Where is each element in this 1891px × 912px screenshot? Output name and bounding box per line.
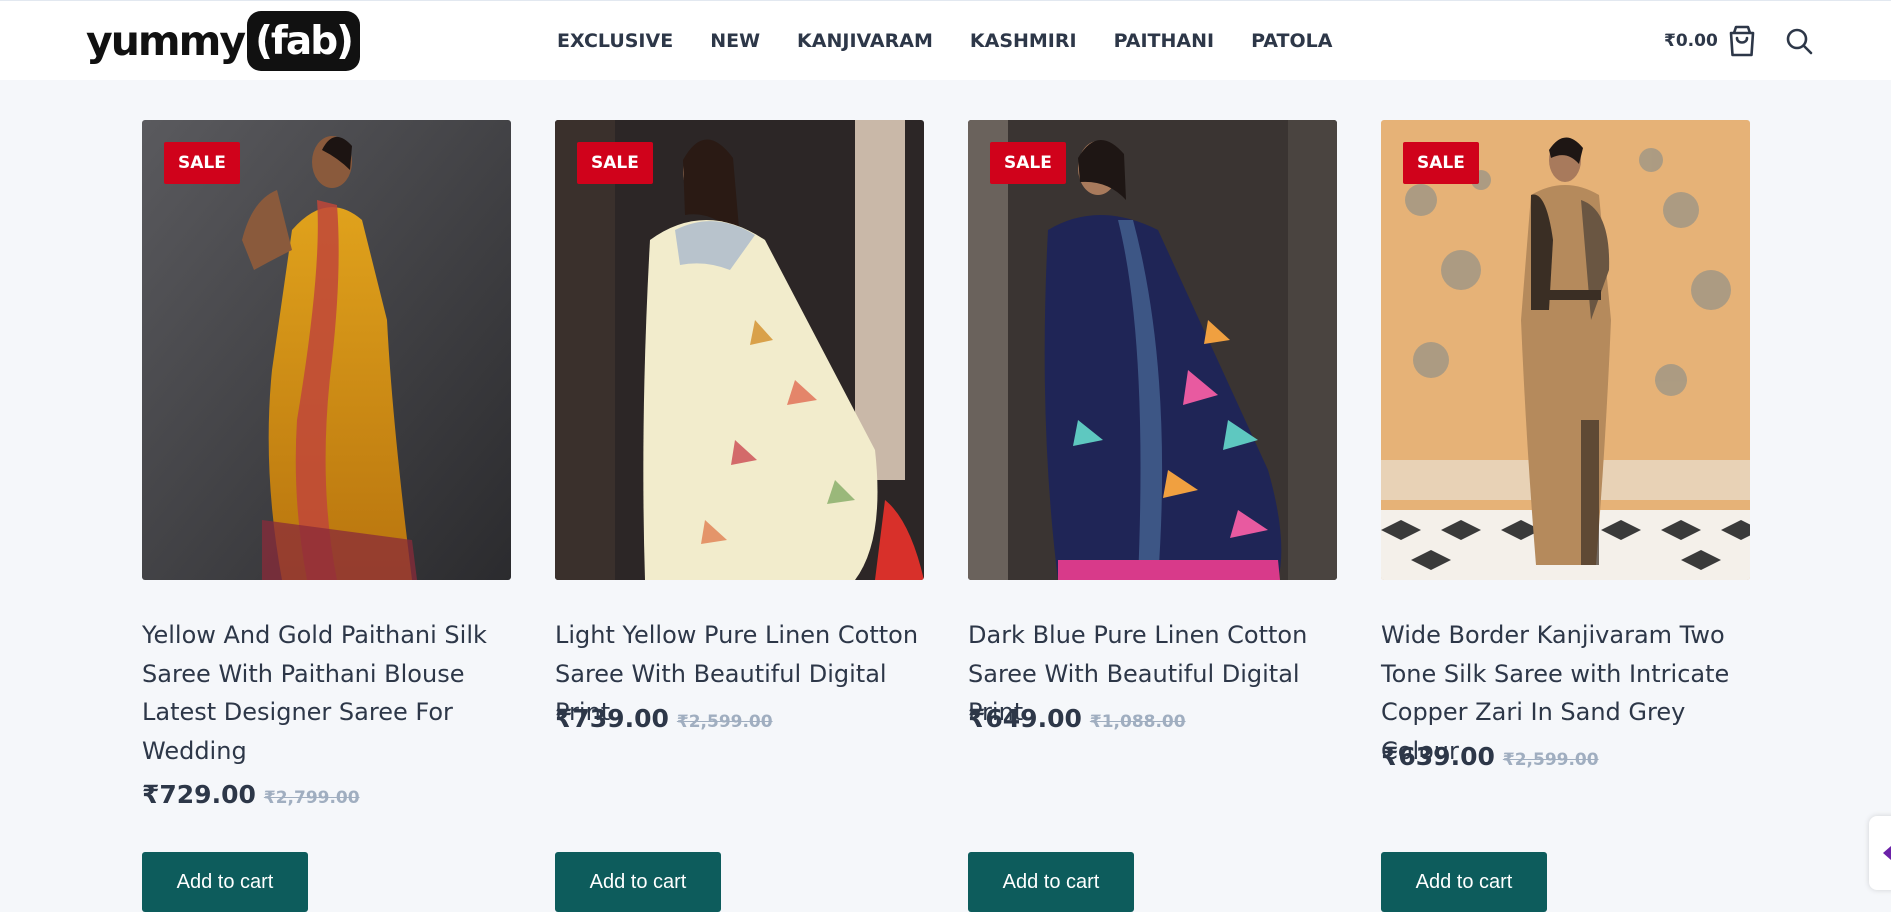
product-title[interactable]: Yellow And Gold Paithani Silk Saree With… [142, 616, 517, 770]
logo-pill: (fab) [247, 11, 360, 71]
product-image[interactable]: SALE [555, 120, 924, 580]
add-to-cart-button[interactable]: Add to cart [968, 852, 1134, 912]
sale-price: ₹729.00 [142, 780, 256, 809]
sale-price: ₹639.00 [1381, 742, 1495, 771]
original-price: ₹2,799.00 [263, 788, 360, 808]
product-image[interactable]: SALE [142, 120, 511, 580]
nav-item-paithani[interactable]: PAITHANI [1114, 30, 1215, 52]
main-nav: EXCLUSIVE NEW KANJIVARAM KASHMIRI PAITHA… [557, 21, 1369, 61]
site-logo[interactable]: yummy (fab) [86, 11, 360, 71]
add-to-cart-button[interactable]: Add to cart [555, 852, 721, 912]
chevron-left-icon [1883, 846, 1891, 860]
nav-item-kashmiri[interactable]: KASHMIRI [970, 30, 1077, 52]
logo-text: yummy [86, 17, 246, 65]
add-to-cart-button[interactable]: Add to cart [142, 852, 308, 912]
cart-total: ₹0.00 [1664, 31, 1718, 51]
product-image[interactable]: SALE [968, 120, 1337, 580]
original-price: ₹2,599.00 [1502, 750, 1599, 770]
nav-item-kanjivaram[interactable]: KANJIVARAM [797, 30, 933, 52]
search-icon[interactable] [1783, 25, 1815, 57]
sale-badge: SALE [164, 142, 240, 184]
sale-badge: SALE [577, 142, 653, 184]
sale-badge: SALE [1403, 142, 1479, 184]
cart-button[interactable]: ₹0.00 [1664, 23, 1758, 59]
original-price: ₹2,599.00 [676, 712, 773, 732]
side-floating-tab[interactable] [1869, 816, 1891, 890]
nav-item-new[interactable]: NEW [710, 30, 760, 52]
sale-price: ₹739.00 [555, 704, 669, 733]
product-price: ₹729.00 ₹2,799.00 [142, 780, 360, 809]
nav-item-exclusive[interactable]: EXCLUSIVE [557, 30, 673, 52]
product-price: ₹639.00 ₹2,599.00 [1381, 742, 1599, 771]
product-price: ₹739.00 ₹2,599.00 [555, 704, 773, 733]
nav-item-patola[interactable]: PATOLA [1251, 30, 1332, 52]
product-image[interactable]: SALE [1381, 120, 1750, 580]
sale-price: ₹649.00 [968, 704, 1082, 733]
original-price: ₹1,088.00 [1089, 712, 1186, 732]
site-header: yummy (fab) EXCLUSIVE NEW KANJIVARAM KAS… [0, 0, 1891, 80]
shopping-bag-icon [1726, 24, 1758, 58]
sale-badge: SALE [990, 142, 1066, 184]
add-to-cart-button[interactable]: Add to cart [1381, 852, 1547, 912]
product-price: ₹649.00 ₹1,088.00 [968, 704, 1186, 733]
